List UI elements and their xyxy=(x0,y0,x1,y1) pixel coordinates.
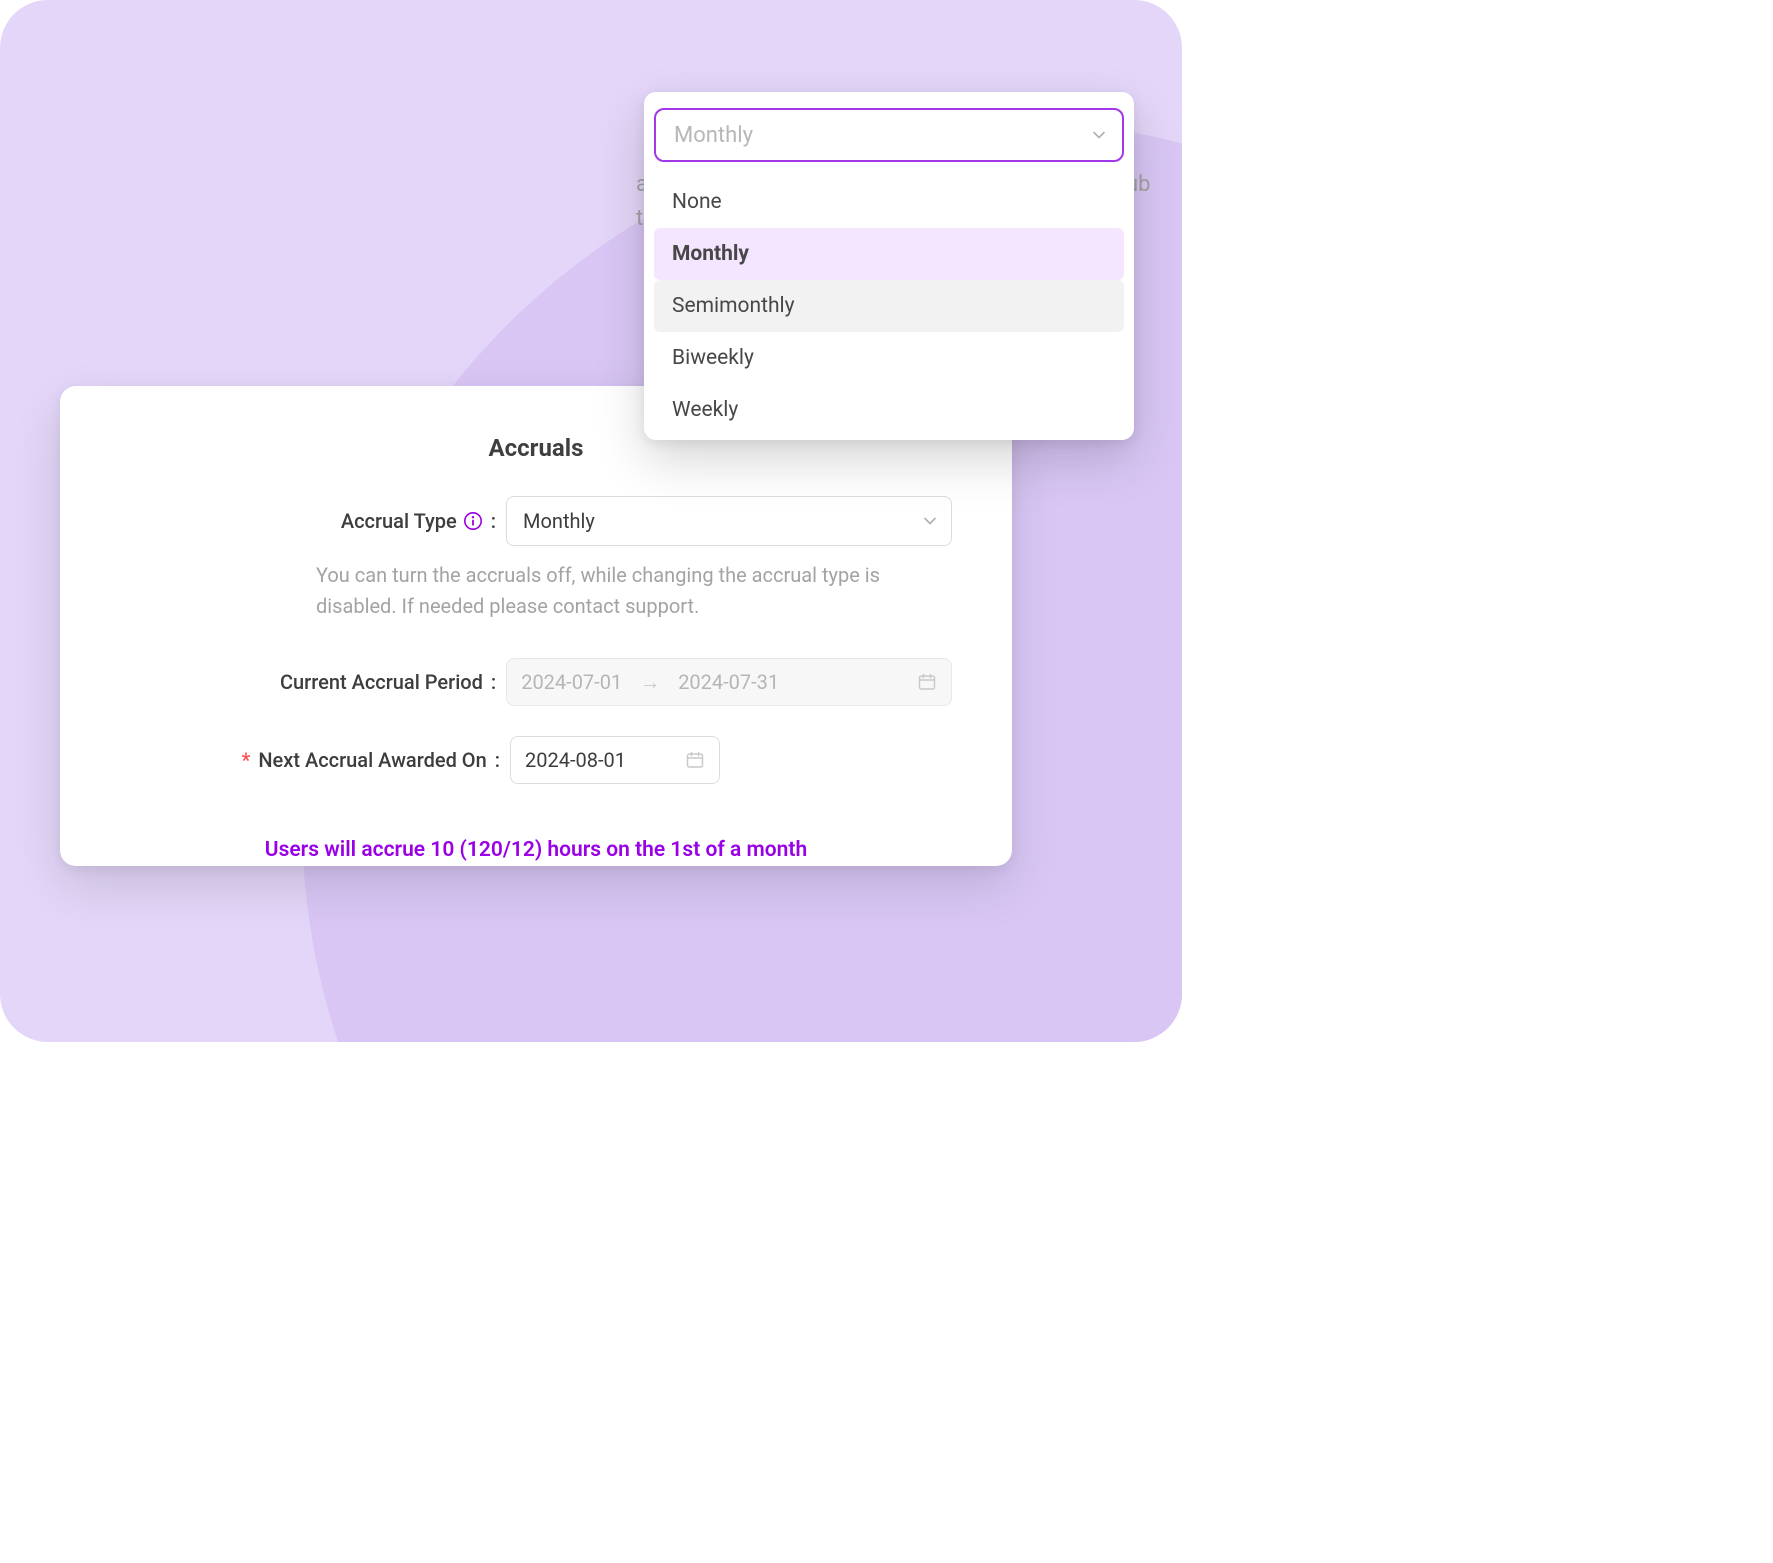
period-start: 2024-07-01 xyxy=(521,670,622,694)
next-award-date[interactable]: 2024-08-01 xyxy=(510,736,720,784)
accrual-type-label: Accrual Type : xyxy=(120,509,506,533)
arrow-right-icon: → xyxy=(640,670,660,695)
dropdown-select-value: Monthly xyxy=(674,123,753,148)
accruals-card: Accruals Accrual Type : Monthly xyxy=(60,386,1012,866)
period-end: 2024-07-31 xyxy=(678,670,779,694)
dropdown-option-monthly[interactable]: Monthly xyxy=(654,228,1124,280)
dropdown-option-semimonthly[interactable]: Semimonthly xyxy=(654,280,1124,332)
dropdown-list: None Monthly Semimonthly Biweekly Weekly xyxy=(654,176,1124,436)
card-title: Accruals xyxy=(489,434,584,462)
next-award-row: * Next Accrual Awarded On : 2024-08-01 xyxy=(120,736,952,784)
calendar-icon xyxy=(917,672,937,692)
accrual-type-label-text: Accrual Type xyxy=(341,509,457,533)
accrual-type-row: Accrual Type : Monthly xyxy=(120,496,952,546)
chevron-down-icon xyxy=(1092,128,1106,142)
current-period-label-text: Current Accrual Period xyxy=(280,670,483,694)
dropdown-select-input[interactable]: Monthly xyxy=(654,108,1124,162)
dropdown-option-none[interactable]: None xyxy=(654,176,1124,228)
next-award-value: 2024-08-01 xyxy=(525,748,626,772)
next-award-label-text: Next Accrual Awarded On xyxy=(258,748,486,772)
current-period-row: Current Accrual Period : 2024-07-01 → 20… xyxy=(120,658,952,706)
accrual-type-helper: You can turn the accruals off, while cha… xyxy=(156,560,916,622)
required-asterisk: * xyxy=(241,748,250,772)
dropdown-option-biweekly[interactable]: Biweekly xyxy=(654,332,1124,384)
next-award-label: * Next Accrual Awarded On : xyxy=(120,748,510,772)
current-period-label: Current Accrual Period : xyxy=(120,670,506,694)
accrual-summary: Users will accrue 10 (120/12) hours on t… xyxy=(265,838,807,862)
obscured-text-below: t xyxy=(636,206,643,231)
accrual-type-select[interactable]: Monthly xyxy=(506,496,952,546)
info-icon[interactable] xyxy=(463,511,483,531)
current-period-range: 2024-07-01 → 2024-07-31 xyxy=(506,658,952,706)
accrual-type-dropdown-panel: Monthly None Monthly Semimonthly Biweekl… xyxy=(644,92,1134,440)
dropdown-option-weekly[interactable]: Weekly xyxy=(654,384,1124,436)
calendar-icon[interactable] xyxy=(685,750,705,770)
accrual-type-select-value: Monthly xyxy=(523,509,595,533)
chevron-down-icon xyxy=(923,514,937,528)
